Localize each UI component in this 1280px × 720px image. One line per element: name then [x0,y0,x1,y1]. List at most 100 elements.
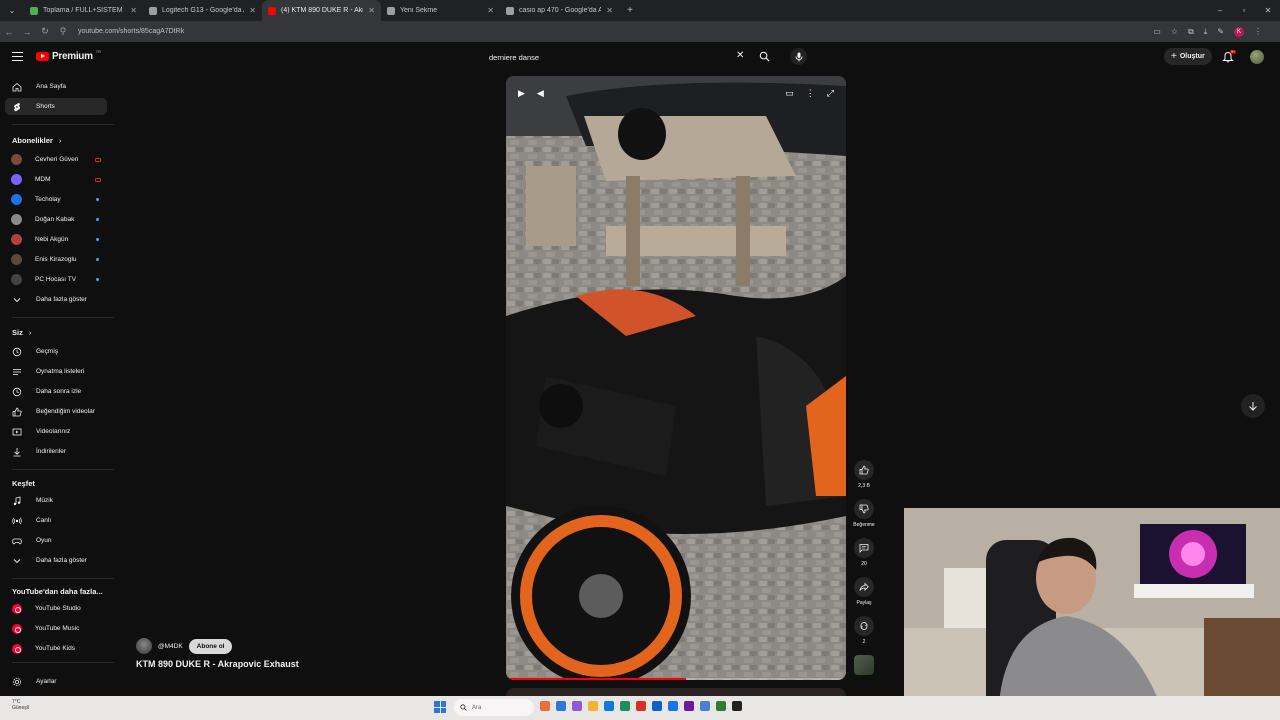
edit-icon[interactable]: ✎ [1217,27,1224,36]
sidebar-item-video[interactable]: Videolarınız [5,423,107,440]
extensions-icon[interactable]: ⧉ [1188,27,1194,37]
profile-avatar[interactable]: K [1234,26,1244,37]
show-more-subscriptions[interactable]: Daha fazla göster [5,291,107,308]
cast-icon[interactable]: ▭ [1153,27,1161,36]
subscription-item[interactable]: Techolay [5,191,107,208]
subscription-item[interactable]: Cevheri Güven [5,151,107,168]
taskbar-app-icon[interactable] [732,701,742,711]
account-avatar[interactable] [1250,50,1264,64]
sidebar-item-settings[interactable]: Ayarlar [5,673,107,690]
short-title[interactable]: KTM 890 DUKE R - Akrapovic Exhaust [136,659,299,669]
short-video-player[interactable]: ▶ ◀ ▭ ⋮ ⤢ [506,76,846,680]
sidebar-item-home[interactable]: Ana Sayfa [5,78,107,95]
youtube-app-link[interactable]: YouTube Kids [5,640,107,657]
you-header[interactable]: Siz › [12,328,31,337]
forward-icon[interactable]: → [18,27,36,37]
share-button[interactable] [854,577,874,597]
tab-close-icon[interactable]: ✕ [130,6,137,15]
site-info-icon[interactable]: ⚲ [54,26,72,37]
comments-button[interactable] [854,538,874,558]
youtube-app-link[interactable]: YouTube Studio [5,600,107,617]
subscription-item[interactable]: Enis Kirazoglu [5,251,107,268]
search-input[interactable]: derniere danse [481,49,751,65]
sidebar-item-clock[interactable]: Daha sonra izle [5,383,107,400]
edge-browser-icon[interactable] [604,701,614,711]
sidebar-item-shorts[interactable]: Shorts [5,98,107,115]
menu-dots-icon[interactable]: ⋮ [1254,27,1262,36]
fullscreen-icon[interactable]: ⤢ [827,88,834,99]
tab-close-icon[interactable]: ✕ [249,6,256,15]
sidebar-item-game[interactable]: Oyun [5,532,107,549]
downloads-icon[interactable]: ⤓ [1204,27,1208,37]
browser-tab[interactable]: Yeni Sekme ✕ [381,0,500,21]
next-short-button[interactable] [1241,394,1265,418]
tab-close-icon[interactable]: ✕ [487,6,494,15]
weather-widget[interactable]: 7°C Güneşli [12,699,29,711]
explore-header[interactable]: Keşfet [12,479,35,488]
file-explorer-icon[interactable] [588,701,598,711]
new-tab-button[interactable]: + [621,5,639,16]
browser-tab[interactable]: casio ap 470 - Google'da Ara ✕ [500,0,619,21]
youtube-premium-logo[interactable]: Premium TR [36,49,101,62]
subscription-item[interactable]: Doğan Kabak [5,211,107,228]
sidebar-item-playlist[interactable]: Oynatma listeleri [5,363,107,380]
subscribe-button[interactable]: Abone ol [188,638,233,654]
taskbar-app-icon[interactable] [620,701,630,711]
video-progress-bar[interactable] [506,678,846,680]
remix-button[interactable] [854,616,874,636]
browser-tab[interactable]: Logitech G13 - Google'da Ara ✕ [143,0,262,21]
sidebar-item-download[interactable]: İndirilenler [5,443,107,460]
captions-icon[interactable]: ▭ [785,88,794,99]
voice-search-button[interactable] [790,48,807,65]
like-button[interactable] [854,460,874,480]
audio-track-thumbnail[interactable] [854,655,874,675]
volume-icon[interactable]: ◀ [537,88,544,99]
tab-close-icon[interactable]: ✕ [368,6,375,15]
more-options-icon[interactable]: ⋮ [806,88,815,99]
show-more-explore[interactable]: Daha fazla göster [5,552,107,569]
taskbar-store-icon[interactable] [556,701,566,711]
subscription-item[interactable]: PC Hocası TV [5,271,107,288]
channel-avatar[interactable] [136,638,152,654]
subscription-item[interactable]: Nebi Akgün [5,231,107,248]
bookmark-star-icon[interactable]: ☆ [1171,27,1178,36]
chrome-icon[interactable] [636,701,646,711]
browser-tab[interactable]: (4) KTM 890 DUKE R - Akrapovic ✕ [262,0,381,21]
taskbar-search[interactable]: Ara [454,699,534,716]
game-icon [11,535,23,547]
play-icon[interactable]: ▶ [518,88,525,99]
channel-handle[interactable]: @M4DK [158,643,183,650]
back-icon[interactable]: ← [0,27,18,37]
tab-close-icon[interactable]: ✕ [606,6,613,15]
youtube-app-icon [12,643,22,654]
minimize-icon[interactable]: – [1208,6,1232,15]
more-from-youtube-header[interactable]: YouTube'dan daha fazla... [12,587,103,596]
taskbar-widget-icon[interactable] [540,701,550,711]
browser-tab[interactable]: Toplama / FULL+SİSTEM sahibi ✕ [24,0,143,21]
sidebar-item-music[interactable]: Müzik [5,492,107,509]
clear-search-icon[interactable]: ✕ [736,50,744,61]
taskbar-app-icon[interactable] [668,701,678,711]
maximize-icon[interactable]: ▫ [1232,6,1256,15]
subscription-item[interactable]: MDM [5,171,107,188]
youtube-app-link[interactable]: YouTube Music [5,620,107,637]
sidebar-item-history[interactable]: Geçmiş [5,343,107,360]
sidebar-item-live[interactable]: Canlı [5,512,107,529]
subscriptions-header[interactable]: Abonelikler › [12,136,61,145]
dislike-button[interactable] [854,499,874,519]
taskbar-app-icon[interactable] [572,701,582,711]
hamburger-menu-icon[interactable] [12,52,23,61]
tab-search-chevron-icon[interactable]: ⌄ [0,6,24,15]
sidebar-item-like[interactable]: Beğendiğim videolar [5,403,107,420]
taskbar-app-icon[interactable] [716,701,726,711]
taskbar-app-icon[interactable] [684,701,694,711]
reload-icon[interactable]: ↻ [36,26,54,37]
close-window-icon[interactable]: ✕ [1256,6,1280,15]
create-button[interactable]: + Oluştur [1164,48,1212,65]
search-icon[interactable] [759,51,770,62]
taskbar-app-icon[interactable] [700,701,710,711]
url-field[interactable]: youtube.com/shorts/85cagA7DtRk [78,28,1153,35]
video-progress-fill [506,678,687,680]
windows-start-icon[interactable] [434,701,446,713]
taskbar-app-icon[interactable] [652,701,662,711]
